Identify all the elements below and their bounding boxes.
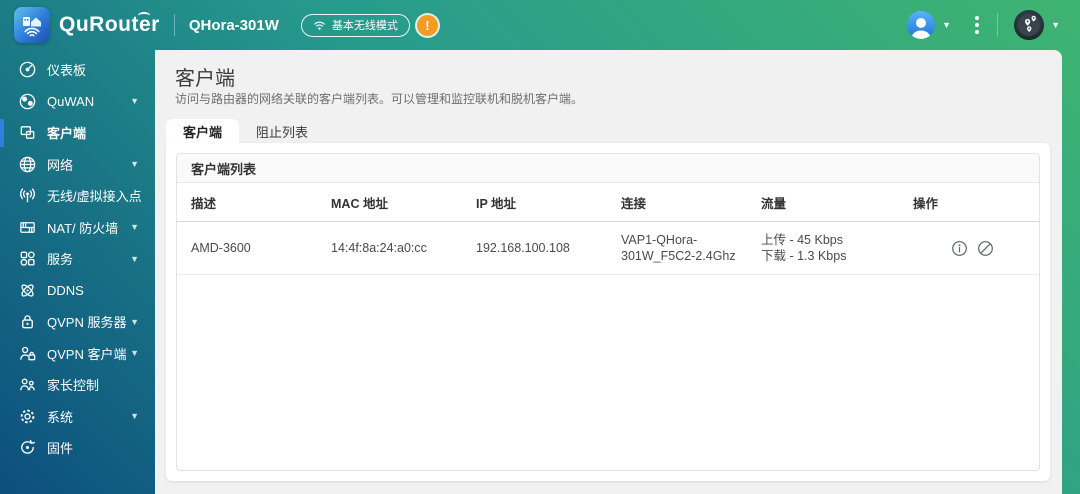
- sidebar-item-qvpn-client[interactable]: QVPN 客户端 ▼: [0, 338, 155, 370]
- wireless-ap-icon: [17, 186, 37, 206]
- top-bar: QuRouter QHora-301W 基本无线模式 ! ▼ ▼: [0, 0, 1080, 50]
- info-icon[interactable]: [951, 240, 968, 257]
- main-panel: 客户端 访问与路由器的网络关联的客户端列表。可以管理和监控联机和脱机客户端。 客…: [155, 50, 1062, 494]
- more-options-button[interactable]: [975, 16, 980, 34]
- device-name: QHora-301W: [188, 16, 279, 34]
- table-row: AMD-3600 14:4f:8a:24:a0:cc 192.168.100.1…: [177, 222, 1039, 275]
- logo-wordmark: QuRouter: [59, 12, 160, 36]
- sidebar-item-network[interactable]: 网络 ▼: [0, 149, 155, 181]
- chevron-down-icon: ▼: [130, 411, 139, 422]
- ddns-icon: [17, 280, 37, 300]
- sidebar-item-parental-control[interactable]: 家长控制: [0, 369, 155, 401]
- traffic-download: 下载 - 1.3 Kbps: [761, 249, 847, 263]
- warning-icon[interactable]: !: [416, 14, 438, 36]
- region-globe-button[interactable]: [1014, 10, 1045, 40]
- block-icon[interactable]: [977, 240, 994, 257]
- topbar-actions: ▼ ▼: [907, 10, 1060, 40]
- parental-icon: [17, 375, 37, 395]
- traffic-upload: 上传 - 45 Kbps: [761, 233, 843, 247]
- column-header-description[interactable]: 描述: [177, 183, 317, 221]
- network-icon: [17, 154, 37, 174]
- page-description: 访问与路由器的网络关联的客户端列表。可以管理和监控联机和脱机客户端。: [175, 92, 584, 106]
- vpn-server-icon: [17, 312, 37, 332]
- clients-tab-panel: 客户端列表 描述 MAC 地址 IP 地址 连接 流量 操作 AMD-3600 …: [166, 143, 1050, 481]
- chevron-down-icon: ▼: [130, 348, 139, 359]
- chevron-down-icon: ▼: [130, 96, 139, 107]
- clients-icon: [17, 123, 37, 143]
- column-header-ip[interactable]: IP 地址: [462, 183, 607, 221]
- vpn-client-icon: [17, 343, 37, 363]
- tab-clients[interactable]: 客户端: [166, 119, 240, 143]
- wireless-mode-label: 基本无线模式: [331, 20, 398, 32]
- globe-pins-icon: [1018, 14, 1041, 36]
- tab-block-list[interactable]: 阻止列表: [239, 119, 325, 143]
- firewall-icon: [17, 217, 37, 237]
- column-header-mac[interactable]: MAC 地址: [317, 183, 462, 221]
- page-title: 客户端: [175, 68, 235, 90]
- column-header-actions[interactable]: 操作: [899, 183, 1039, 221]
- column-header-connection[interactable]: 连接: [607, 183, 747, 221]
- tab-bar: 客户端 阻止列表: [166, 119, 325, 143]
- sidebar-item-system[interactable]: 系统 ▼: [0, 401, 155, 433]
- chevron-down-icon: ▼: [130, 253, 139, 264]
- quwan-icon: [17, 91, 37, 111]
- cell-actions: [899, 222, 1039, 274]
- table-header-row: 描述 MAC 地址 IP 地址 连接 流量 操作: [177, 183, 1039, 222]
- logo-wifi-accent: [138, 12, 150, 19]
- cell-connection: VAP1-QHora-301W_F5C2-2.4Ghz: [621, 233, 736, 263]
- qurouter-logo-icon: [23, 17, 41, 37]
- sidebar-item-qvpn-server[interactable]: QVPN 服务器 ▼: [0, 306, 155, 338]
- sidebar-item-services[interactable]: 服务 ▼: [0, 243, 155, 275]
- services-icon: [17, 249, 37, 269]
- system-icon: [17, 406, 37, 426]
- region-menu-caret[interactable]: ▼: [1051, 20, 1060, 30]
- user-icon: [911, 18, 932, 39]
- wifi-icon: [314, 21, 325, 30]
- sidebar-item-clients[interactable]: 客户端: [0, 117, 155, 149]
- client-list-title: 客户端列表: [177, 154, 1039, 183]
- app-logo[interactable]: [14, 7, 50, 43]
- sidebar-item-nat-firewall[interactable]: NAT/ 防火墙 ▼: [0, 212, 155, 244]
- chevron-down-icon: ▼: [130, 316, 139, 327]
- cell-description: AMD-3600: [191, 241, 251, 255]
- dashboard-icon: [17, 60, 37, 80]
- sidebar-item-ddns[interactable]: DDNS: [0, 275, 155, 307]
- cell-mac: 14:4f:8a:24:a0:cc: [331, 241, 427, 255]
- sidebar-item-wireless-ap[interactable]: 无线/虚拟接入点: [0, 180, 155, 212]
- topbar-divider: [997, 13, 999, 37]
- user-avatar[interactable]: [907, 11, 936, 39]
- wireless-mode-badge[interactable]: 基本无线模式: [300, 13, 410, 37]
- chevron-down-icon: ▼: [130, 159, 139, 170]
- column-header-traffic[interactable]: 流量: [747, 183, 899, 221]
- cell-traffic: 上传 - 45 Kbps 下载 - 1.3 Kbps: [747, 222, 899, 274]
- header-divider: [173, 14, 175, 36]
- sidebar-item-firmware[interactable]: 固件: [0, 432, 155, 464]
- chevron-down-icon: ▼: [130, 222, 139, 233]
- cell-ip: 192.168.100.108: [476, 241, 570, 255]
- client-list-card: 客户端列表 描述 MAC 地址 IP 地址 连接 流量 操作 AMD-3600 …: [176, 153, 1040, 471]
- sidebar-item-dashboard[interactable]: 仪表板: [0, 54, 155, 86]
- sidebar-item-quwan[interactable]: QuWAN ▼: [0, 86, 155, 118]
- user-menu-caret[interactable]: ▼: [942, 20, 951, 30]
- firmware-icon: [17, 438, 37, 458]
- sidebar-nav: 仪表板 QuWAN ▼ 客户端 网络 ▼ 无线/虚拟接入点 NAT/ 防火墙 ▼…: [0, 50, 155, 494]
